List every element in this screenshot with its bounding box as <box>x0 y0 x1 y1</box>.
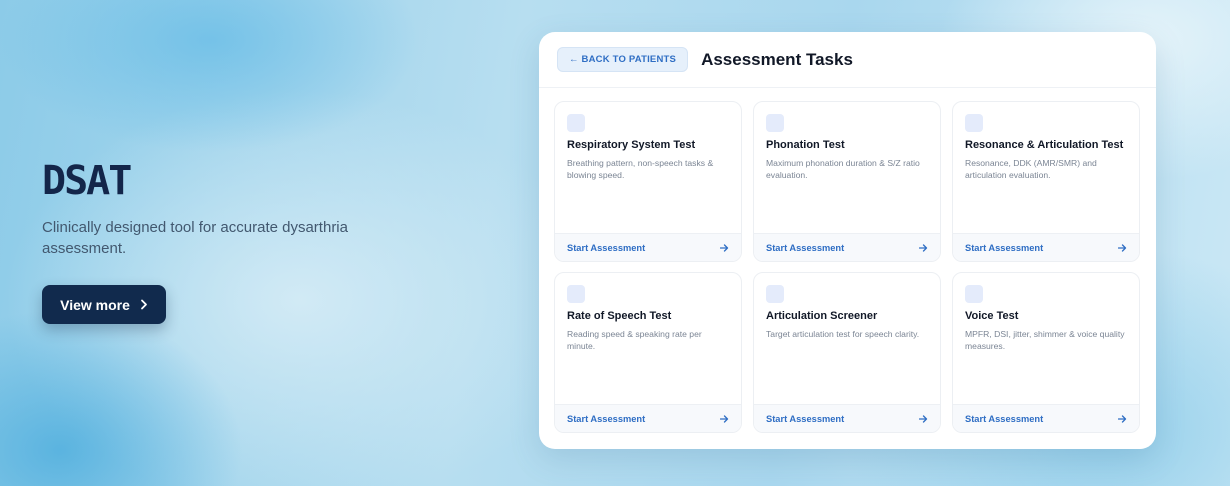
assessment-card-voice: Voice Test MPFR, DSI, jitter, shimmer & … <box>952 272 1140 433</box>
start-assessment-button[interactable]: Start Assessment <box>754 233 940 261</box>
card-icon <box>766 285 784 303</box>
arrow-right-icon <box>1118 243 1127 252</box>
panel-title: Assessment Tasks <box>701 49 853 69</box>
start-assessment-button[interactable]: Start Assessment <box>953 404 1139 432</box>
assessment-panel: ← BACK TO PATIENTS Assessment Tasks Resp… <box>539 32 1156 449</box>
card-title: Resonance & Articulation Test <box>965 139 1124 151</box>
card-title: Respiratory System Test <box>567 139 696 151</box>
arrow-right-icon <box>720 243 729 252</box>
card-description: MPFR, DSI, jitter, shimmer & voice quali… <box>965 329 1125 351</box>
start-assessment-label: Start Assessment <box>766 242 845 253</box>
card-description: Resonance, DDK (AMR/SMR) and articulatio… <box>965 158 1097 180</box>
hero-title: DSAT <box>42 158 132 204</box>
start-assessment-button[interactable]: Start Assessment <box>953 233 1139 261</box>
card-title: Rate of Speech Test <box>567 310 672 322</box>
view-more-button[interactable]: View more <box>42 285 166 324</box>
start-assessment-button[interactable]: Start Assessment <box>754 404 940 432</box>
start-assessment-button[interactable]: Start Assessment <box>555 404 741 432</box>
card-icon <box>965 285 983 303</box>
back-to-patients-label: ← BACK TO PATIENTS <box>569 54 677 65</box>
hero-subtitle: Clinically designed tool for accurate dy… <box>42 219 348 257</box>
card-description: Reading speed & speaking rate per minute… <box>567 329 702 351</box>
start-assessment-label: Start Assessment <box>567 242 646 253</box>
card-icon <box>766 114 784 132</box>
card-description: Breathing pattern, non-speech tasks & bl… <box>567 158 714 180</box>
card-icon <box>567 285 585 303</box>
start-assessment-label: Start Assessment <box>965 242 1044 253</box>
view-more-label: View more <box>60 296 130 313</box>
assessment-card-articulation-screener: Articulation Screener Target articulatio… <box>753 272 941 433</box>
start-assessment-label: Start Assessment <box>965 413 1044 424</box>
panel-header: ← BACK TO PATIENTS Assessment Tasks <box>539 32 1156 88</box>
arrow-right-icon <box>919 414 928 423</box>
arrow-right-icon <box>1118 414 1127 423</box>
arrow-right-icon <box>919 243 928 252</box>
start-assessment-label: Start Assessment <box>567 413 646 424</box>
start-assessment-label: Start Assessment <box>766 413 845 424</box>
arrow-right-icon <box>720 414 729 423</box>
assessment-grid: Respiratory System Test Breathing patter… <box>554 101 1140 433</box>
assessment-card-resonance: Resonance & Articulation Test Resonance,… <box>952 101 1140 262</box>
card-title: Articulation Screener <box>766 310 878 322</box>
chevron-right-icon <box>140 299 148 310</box>
assessment-card-rate-of-speech: Rate of Speech Test Reading speed & spea… <box>554 272 742 433</box>
card-title: Phonation Test <box>766 139 845 151</box>
card-description: Maximum phonation duration & S/Z ratio e… <box>766 158 920 180</box>
assessment-card-phonation: Phonation Test Maximum phonation duratio… <box>753 101 941 262</box>
card-description: Target articulation test for speech clar… <box>766 329 920 339</box>
start-assessment-button[interactable]: Start Assessment <box>555 233 741 261</box>
assessment-card-respiratory: Respiratory System Test Breathing patter… <box>554 101 742 262</box>
card-icon <box>567 114 585 132</box>
card-title: Voice Test <box>965 310 1019 322</box>
card-icon <box>965 114 983 132</box>
back-to-patients-button[interactable]: ← BACK TO PATIENTS <box>557 47 689 72</box>
